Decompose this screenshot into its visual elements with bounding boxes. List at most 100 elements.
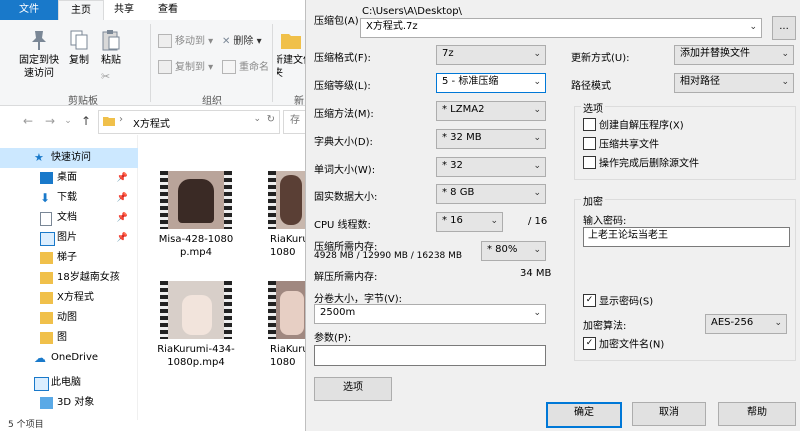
volume-size-combo[interactable]: 2500m ⌄ — [314, 304, 546, 324]
sidebar-item-label: 图片 — [57, 232, 77, 243]
cube-icon — [40, 397, 53, 409]
cut-icon[interactable]: ✂ — [101, 70, 110, 83]
folder-icon — [40, 292, 53, 304]
sidebar-item-quick-access[interactable]: ★ 快速访问 — [0, 148, 138, 168]
download-arrow-icon: ⬇ — [40, 191, 51, 205]
sidebar-item-folder[interactable]: 梯子 — [0, 248, 138, 268]
volume-size-label: 分卷大小，字节(V): — [314, 294, 403, 305]
chevron-down-icon: ⌄ — [533, 77, 541, 87]
ribbon-tab-bar: 文件 主页 共享 查看 — [0, 0, 305, 22]
address-dropdown-icon[interactable]: ⌄ — [253, 114, 261, 124]
method-select[interactable]: * LZMA2 ⌄ — [436, 101, 546, 121]
copy-button[interactable]: 复制 — [66, 28, 92, 67]
options-button[interactable]: 选项 — [314, 377, 392, 401]
search-box[interactable]: 存 — [283, 110, 306, 134]
threads-select[interactable]: * 16 ⌄ — [436, 212, 503, 232]
sidebar-item-documents[interactable]: 文档 📌 — [0, 208, 138, 228]
help-button[interactable]: 帮助 — [718, 402, 796, 426]
copy-label: 复制 — [69, 55, 89, 66]
new-folder-label: 新建文件夹 — [277, 55, 305, 79]
sidebar-item-desktop[interactable]: 桌面 📌 — [0, 168, 138, 188]
create-sfx-checkbox[interactable]: 创建自解压程序(X) — [583, 118, 684, 133]
sidebar-item-folder[interactable]: 18岁越南女孩 — [0, 268, 138, 288]
dictionary-select[interactable]: * 32 MB ⌄ — [436, 129, 546, 149]
desktop-icon — [40, 172, 53, 184]
password-label: 输入密码: — [583, 216, 627, 227]
video-thumbnail[interactable] — [160, 281, 232, 339]
chevron-down-icon: ⌄ — [533, 49, 541, 59]
cancel-button[interactable]: 取消 — [632, 402, 706, 426]
film-strip — [268, 171, 276, 229]
update-mode-select[interactable]: 添加并替换文件 ⌄ — [674, 45, 794, 65]
ribbon: 固定到快速访问 复制 粘贴 ✂ 移动到 ▾ 复制到 ▾ ✕ 删除 ▾ 重命名 新建… — [0, 20, 305, 107]
sidebar-item-label: X方程式 — [57, 292, 94, 303]
sidebar-item-this-pc[interactable]: 此电脑 — [0, 373, 138, 393]
tab-share[interactable]: 共享 — [102, 0, 146, 20]
memory-usage-select[interactable]: * 80% ⌄ — [481, 241, 546, 261]
tab-file[interactable]: 文件 — [0, 0, 58, 20]
new-folder-button[interactable]: 新建文件夹 — [277, 28, 305, 80]
threads-total: / 16 — [528, 216, 548, 227]
compress-shared-checkbox[interactable]: 压缩共享文件 — [583, 137, 659, 152]
parameters-input[interactable] — [314, 345, 546, 366]
encrypt-filenames-checkbox[interactable]: ✓ 加密文件名(N) — [583, 337, 664, 352]
folder-icon — [40, 252, 53, 264]
group-separator — [272, 24, 273, 102]
encryption-method-select[interactable]: AES-256 ⌄ — [705, 314, 787, 334]
solid-block-select[interactable]: * 8 GB ⌄ — [436, 184, 546, 204]
paste-button[interactable]: 粘贴 — [98, 28, 124, 67]
cloud-icon: ☁ — [34, 351, 46, 365]
breadcrumb-chevron-icon: › — [119, 114, 123, 125]
back-icon[interactable]: ← — [20, 113, 36, 129]
folder-icon — [40, 312, 53, 324]
options-group-title: 选项 — [581, 100, 605, 115]
group-label-clipboard: 剪贴板 — [68, 96, 98, 107]
encryption-method-value: AES-256 — [711, 317, 754, 328]
rename-button[interactable]: 重命名 — [222, 60, 269, 76]
move-to-button[interactable]: 移动到 ▾ — [158, 34, 213, 50]
copy-to-button[interactable]: 复制到 ▾ — [158, 60, 213, 76]
move-to-icon — [158, 34, 172, 48]
sidebar-item-3d-objects[interactable]: 3D 对象 — [0, 393, 138, 413]
delete-after-checkbox[interactable]: 操作完成后删除源文件 — [583, 156, 699, 171]
thumbnail-figure — [280, 291, 304, 335]
refresh-icon[interactable]: ↻ — [267, 114, 275, 125]
archive-name-combo[interactable]: X方程式.7z ⌄ — [360, 18, 762, 38]
sidebar-item-folder[interactable]: X方程式 — [0, 288, 138, 308]
decompress-memory-value: 34 MB — [520, 268, 552, 279]
sidebar-item-pictures[interactable]: 图片 📌 — [0, 228, 138, 248]
video-thumbnail[interactable] — [268, 281, 305, 339]
forward-icon[interactable]: → — [42, 113, 58, 129]
ok-button[interactable]: 确定 — [546, 402, 622, 428]
chevron-down-icon: ⌄ — [749, 22, 757, 32]
word-size-select[interactable]: * 32 ⌄ — [436, 157, 546, 177]
thumbnail-figure — [178, 179, 214, 223]
level-select[interactable]: 5 - 标准压缩 ⌄ — [436, 73, 546, 93]
password-input[interactable]: 上老王论坛当老王 — [583, 227, 790, 247]
sidebar-item-downloads[interactable]: ⬇ 下载 📌 — [0, 188, 138, 208]
up-icon[interactable]: ↑ — [78, 113, 94, 129]
chevron-down-icon: ⌄ — [533, 188, 541, 198]
path-mode-value: 相对路径 — [680, 76, 720, 87]
recent-dropdown-icon[interactable]: ⌄ — [60, 113, 76, 129]
file-name[interactable]: RiaKurumi-434- 1080p.mp4 — [151, 343, 241, 369]
pin-quick-access-button[interactable]: 固定到快速访问 — [16, 28, 62, 80]
address-bar[interactable]: › X方程式 ⌄ ↻ — [98, 110, 280, 134]
sidebar-item-folder[interactable]: 图 — [0, 328, 138, 348]
pictures-icon — [40, 232, 55, 246]
file-name[interactable]: Misa-428-1080 p.mp4 — [151, 233, 241, 259]
tab-view[interactable]: 查看 — [146, 0, 190, 20]
browse-button[interactable]: ... — [772, 16, 796, 40]
sidebar-item-onedrive[interactable]: ☁ OneDrive — [0, 348, 138, 368]
password-value: 上老王论坛当老王 — [588, 230, 668, 241]
tab-home[interactable]: 主页 — [58, 0, 104, 22]
chevron-down-icon: ⌄ — [533, 133, 541, 143]
video-thumbnail[interactable] — [268, 171, 305, 229]
path-mode-select[interactable]: 相对路径 ⌄ — [674, 73, 794, 93]
video-thumbnail[interactable] — [160, 171, 232, 229]
show-password-checkbox[interactable]: ✓ 显示密码(S) — [583, 294, 653, 309]
sidebar-item-folder[interactable]: 动图 — [0, 308, 138, 328]
clipboard-icon — [102, 30, 120, 51]
delete-button[interactable]: ✕ 删除 ▾ — [222, 34, 262, 50]
format-select[interactable]: 7z ⌄ — [436, 45, 546, 65]
